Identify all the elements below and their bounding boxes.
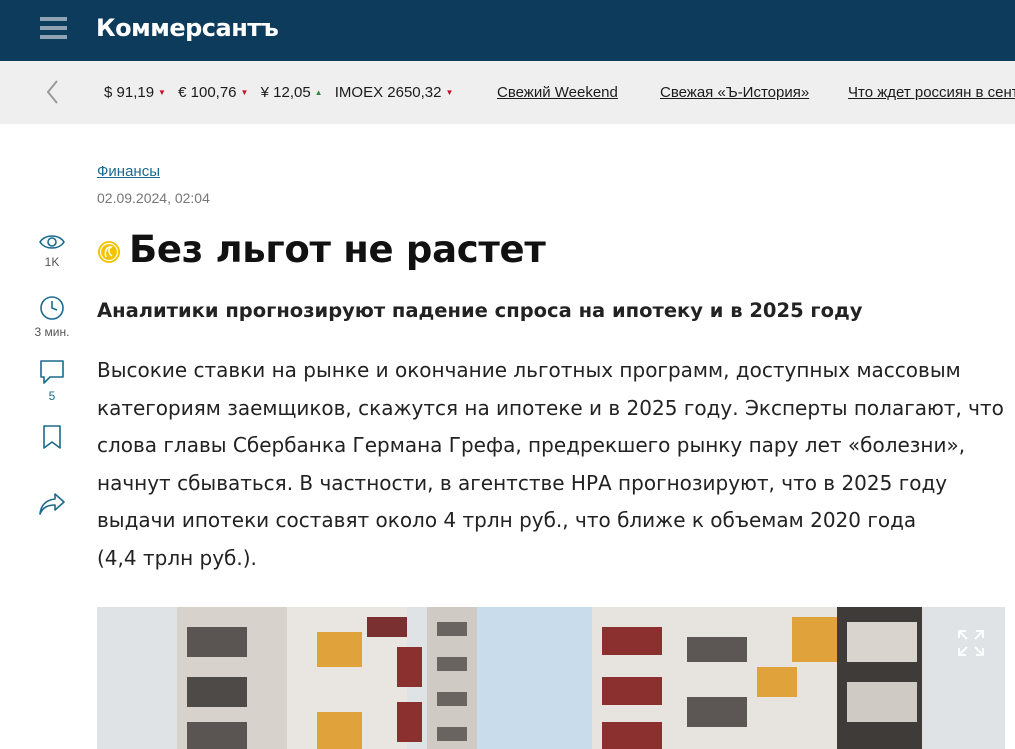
ticker-bar: $ 91,19 ▼ € 100,76 ▼ ¥ 12,05 ▲ IMOEX 2650,3… [0, 61, 1015, 124]
trend-up-icon: ▲ [314, 88, 323, 97]
lead-line: категориям заемщиков, скажутся на ипотек… [97, 395, 1004, 420]
quote-imoex[interactable]: IMOEX 2650,32 ▼ [335, 84, 454, 101]
quote-usd[interactable]: $ 91,19 ▼ [104, 84, 166, 101]
views-counter: 1K [32, 232, 72, 269]
currency-quotes: $ 91,19 ▼ € 100,76 ▼ ¥ 12,05 ▲ IMOEX 2650,3… [104, 84, 461, 101]
views-count: 1K [44, 255, 60, 269]
article-title: Без льгот не растет [129, 228, 546, 271]
quote-cny[interactable]: ¥ 12,05 ▲ [261, 84, 323, 101]
quote-eur[interactable]: € 100,76 ▼ [178, 84, 248, 101]
lead-line: слова главы Сбербанка Германа Грефа, пре… [97, 433, 966, 457]
article-date: 02.09.2024, 02:04 [97, 190, 210, 206]
bookmark-button[interactable] [32, 423, 72, 451]
clock-icon [40, 296, 64, 320]
trend-down-icon: ▼ [240, 88, 249, 97]
share-icon [39, 493, 65, 515]
ticker-link-weekend[interactable]: Свежий Weekend [497, 84, 618, 101]
lead-line: выдачи ипотеки составят около 4 трлн руб… [97, 508, 917, 532]
comments-button[interactable]: 5 [32, 358, 72, 403]
read-time-value: 3 мин. [34, 325, 70, 339]
read-time: 3 мин. [32, 294, 72, 339]
comments-count: 5 [48, 389, 56, 403]
bookmark-icon [43, 425, 61, 449]
article-lead: Высокие ставки на рынке и окончание льго… [97, 352, 1004, 577]
eye-icon [39, 235, 65, 249]
trend-down-icon: ▼ [158, 88, 166, 97]
apartment-buildings-image [97, 607, 1005, 749]
trend-down-icon: ▼ [445, 88, 454, 97]
comment-icon [40, 360, 64, 384]
site-header: Коммерсантъ [0, 0, 1015, 61]
article-photo[interactable] [97, 607, 1005, 749]
premium-badge-icon [98, 241, 120, 263]
lead-line: начнут сбываться. В частности, в агентст… [97, 470, 948, 495]
article-subtitle: Аналитики прогнозируют падение спроса на… [97, 299, 863, 322]
lead-line: Высокие ставки на рынке и окончание льго… [97, 358, 961, 382]
ticker-link-september[interactable]: Что ждет россиян в сентябре [848, 84, 1015, 101]
lead-line: (4,4 трлн руб.). [97, 545, 257, 570]
article-rubric[interactable]: Финансы [97, 163, 160, 180]
ticker-link-history[interactable]: Свежая «Ъ-История» [660, 84, 809, 101]
expand-icon[interactable] [956, 628, 986, 658]
menu-icon[interactable] [40, 17, 67, 39]
chevron-left-icon[interactable] [44, 78, 64, 106]
share-button[interactable] [32, 490, 72, 518]
site-logo[interactable]: Коммерсантъ [96, 14, 279, 42]
